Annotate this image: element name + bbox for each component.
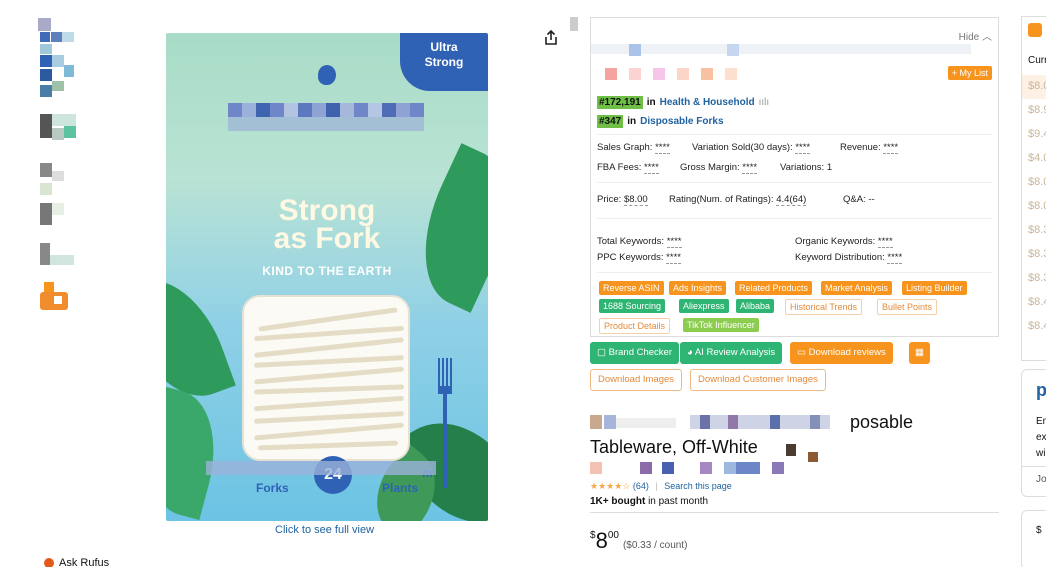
- hide-button[interactable]: Hide ︿: [959, 28, 992, 43]
- keyword-distribution-stat[interactable]: Keyword Distribution: ****: [795, 252, 903, 264]
- brand-name-pixelated: [228, 103, 438, 133]
- prime-logo-icon: p: [1036, 380, 1046, 400]
- click-full-view-link[interactable]: Click to see full view: [275, 524, 374, 536]
- buy-box-card: $: [1021, 510, 1046, 567]
- product-title-line2: Tableware, Off-White: [590, 437, 758, 457]
- calculator-icon: ▦: [915, 347, 924, 358]
- fork-icon: [438, 358, 452, 488]
- headline-text: Strong as Fork: [273, 194, 381, 255]
- comment-icon: ▭: [797, 347, 806, 358]
- alibaba-tag[interactable]: Alibaba: [736, 299, 775, 313]
- category-link[interactable]: Health & Household: [660, 97, 755, 108]
- reverse-asin-tag[interactable]: Reverse ASIN: [599, 281, 664, 295]
- sales-graph-stat[interactable]: Sales Graph: ****: [597, 142, 670, 154]
- leaf-decoration: [166, 385, 231, 521]
- tiktok-influencer-tag[interactable]: TikTok Influencer: [683, 318, 759, 332]
- search-this-page-link[interactable]: Search this page: [664, 481, 732, 491]
- chevron-up-icon: ︿: [982, 32, 992, 43]
- fork-window: [242, 295, 410, 461]
- brand-logo-icon: [318, 65, 336, 85]
- category-link[interactable]: Disposable Forks: [640, 116, 723, 127]
- ads-insights-tag[interactable]: Ads Insights: [669, 281, 727, 295]
- rufus-icon: [44, 558, 54, 567]
- star-rating-icon: ★★★★☆: [590, 481, 631, 491]
- my-list-button[interactable]: + My List: [947, 66, 992, 80]
- price-stat: Price: $8.00: [597, 194, 648, 206]
- ai-icon: ◕: [687, 347, 693, 358]
- pixelated-text: [206, 461, 436, 475]
- ask-rufus[interactable]: Ask Rufus: [44, 557, 109, 567]
- variations-stat: Variations: 1: [780, 162, 833, 173]
- product-price: $800($0.33 / count): [590, 528, 688, 553]
- market-analysis-tag[interactable]: Market Analysis: [821, 281, 893, 295]
- download-customer-images-button[interactable]: Download Customer Images: [690, 369, 826, 391]
- gross-margin-stat[interactable]: Gross Margin: ****: [680, 162, 758, 174]
- download-images-button[interactable]: Download Images: [590, 369, 683, 391]
- brand-checker-button[interactable]: ▢ Brand Checker: [590, 342, 679, 364]
- bought-in-past-month: 1K+ bought in past month: [590, 496, 709, 507]
- thumbnail-3[interactable]: [38, 114, 76, 152]
- rating-row[interactable]: ★★★★☆ (64) | Search this page: [590, 481, 732, 492]
- aliexpress-tag[interactable]: Aliexpress: [679, 299, 729, 313]
- listing-builder-tag[interactable]: Listing Builder: [902, 281, 967, 295]
- bsr-rank-2: #347 in Disposable Forks: [597, 115, 724, 128]
- extension-icon[interactable]: [1028, 23, 1042, 37]
- main-product-image[interactable]: Ultra Strong Strong as Fork KIND TO THE …: [166, 33, 488, 521]
- calculator-button[interactable]: ▦: [909, 342, 930, 364]
- qa-stat: Q&A: --: [843, 194, 875, 205]
- total-keywords-stat[interactable]: Total Keywords: ****: [597, 236, 682, 248]
- share-icon[interactable]: [543, 30, 559, 46]
- organic-keywords-stat[interactable]: Organic Keywords: ****: [795, 236, 893, 248]
- bar-chart-icon[interactable]: ıılı: [759, 97, 770, 108]
- square-icon: ▢: [597, 347, 606, 358]
- ppc-keywords-stat[interactable]: PPC Keywords: ****: [597, 252, 681, 264]
- extension-panel: Hide ︿ + My List #172,191 in Health & Ho…: [590, 17, 999, 337]
- variation-sold-stat[interactable]: Variation Sold(30 days): ****: [692, 142, 811, 154]
- tagline-text: KIND TO THE EARTH: [262, 264, 392, 278]
- prime-card[interactable]: p En ex wi Jo: [1021, 369, 1046, 497]
- unit-price: ($0.33 / count): [622, 540, 688, 551]
- thumbnail-1[interactable]: [38, 18, 76, 56]
- revenue-stat[interactable]: Revenue: ****: [840, 142, 899, 154]
- ask-rufus-label: Ask Rufus: [59, 557, 110, 567]
- thumbnail-5[interactable]: [38, 243, 76, 281]
- thumbnail-4[interactable]: [38, 163, 76, 225]
- bullet-points-tag[interactable]: Bullet Points: [877, 299, 938, 315]
- product-details-tag[interactable]: Product Details: [599, 318, 671, 334]
- historical-trends-tag[interactable]: Historical Trends: [785, 299, 863, 315]
- right-column-price-list: Curr $8.0 $8.9 $9.4 $4.0 $8.0 $8.0 $8.3 …: [1021, 16, 1046, 361]
- ai-review-analysis-button[interactable]: ◕ AI Review Analysis: [680, 342, 783, 364]
- bsr-rank-1: #172,191 in Health & Household ıılı: [597, 96, 770, 109]
- rating-stat: Rating(Num. of Ratings): 4.4(64): [669, 194, 807, 206]
- rating-count-link[interactable]: (64): [633, 481, 649, 491]
- bottom-label: Forks Plants: [256, 481, 419, 495]
- sourcing-1688-tag[interactable]: 1688 Sourcing: [599, 299, 666, 313]
- fba-fees-stat[interactable]: FBA Fees: ****: [597, 162, 659, 174]
- thumbnail-video[interactable]: [38, 282, 76, 320]
- download-reviews-button[interactable]: ▭ Download reviews: [790, 342, 893, 364]
- related-products-tag[interactable]: Related Products: [735, 281, 813, 295]
- product-title-line1: posable: [850, 412, 914, 432]
- ultra-strong-badge: Ultra Strong: [400, 33, 488, 91]
- thumbnail-2[interactable]: [38, 55, 76, 97]
